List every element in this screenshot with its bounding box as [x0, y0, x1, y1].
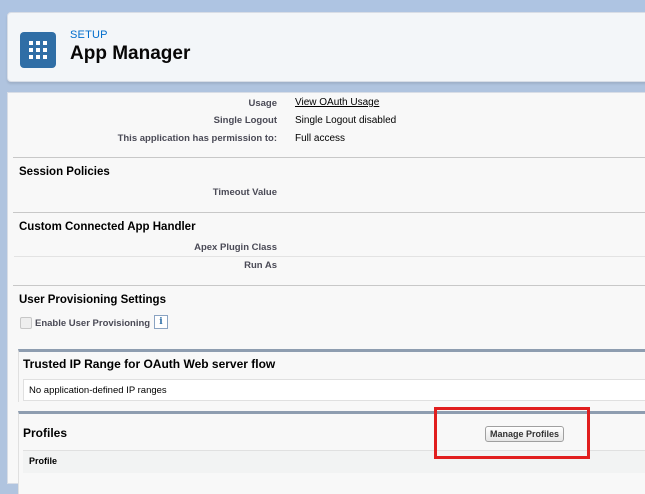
trusted-ip-heading: Trusted IP Range for OAuth Web server fl… — [23, 357, 276, 371]
apex-plugin-class-label: Apex Plugin Class — [194, 242, 277, 253]
grid-apps-icon — [20, 32, 56, 68]
single-logout-value: Single Logout disabled — [295, 115, 397, 126]
view-oauth-usage-link[interactable]: View OAuth Usage — [295, 97, 379, 108]
user-provisioning-heading: User Provisioning Settings — [19, 294, 166, 306]
page-header: SETUP App Manager — [7, 12, 645, 82]
section-divider — [13, 285, 645, 286]
session-policies-heading: Session Policies — [19, 166, 110, 178]
highlight-annotation — [434, 407, 590, 459]
row-divider — [14, 256, 645, 257]
breadcrumb-setup: SETUP — [70, 29, 108, 41]
section-divider — [13, 212, 645, 213]
permission-label: This application has permission to: — [117, 133, 277, 144]
page-title: App Manager — [70, 43, 191, 64]
trusted-ip-empty-message: No application-defined IP ranges — [29, 385, 167, 396]
single-logout-label: Single Logout — [213, 115, 277, 126]
profiles-heading: Profiles — [23, 426, 68, 440]
enable-user-provisioning-checkbox[interactable] — [20, 317, 32, 329]
run-as-label: Run As — [244, 260, 277, 271]
trusted-ip-list: No application-defined IP ranges — [23, 379, 645, 401]
section-divider — [13, 157, 645, 158]
usage-label: Usage — [248, 98, 277, 109]
custom-handler-heading: Custom Connected App Handler — [19, 221, 196, 233]
info-icon[interactable]: i — [154, 315, 168, 329]
profile-column-header[interactable]: Profile — [29, 456, 57, 466]
permission-value: Full access — [295, 133, 346, 144]
timeout-value-label: Timeout Value — [212, 187, 277, 198]
enable-user-provisioning-label: Enable User Provisioning — [35, 318, 151, 329]
trusted-ip-section: Trusted IP Range for OAuth Web server fl… — [18, 349, 645, 402]
